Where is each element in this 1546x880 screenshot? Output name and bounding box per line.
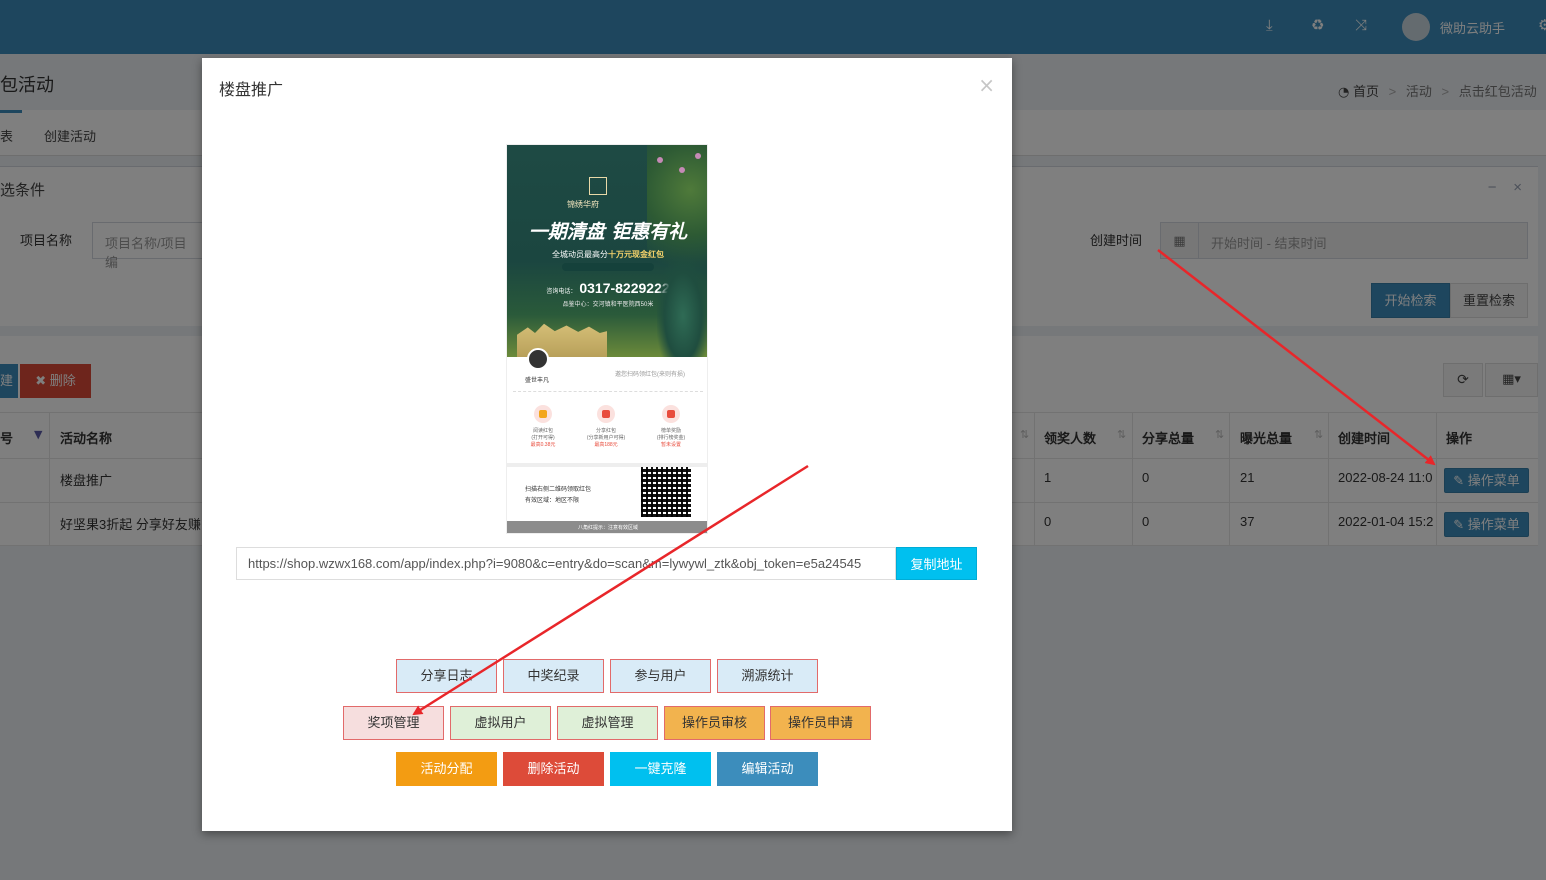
poster-peacock	[657, 255, 707, 357]
poster-scan-text: 扫描右侧二维码领取红包 有效区域：地区不限	[525, 487, 592, 504]
winning-records-button[interactable]: 中奖纪录	[503, 659, 604, 693]
share-redpacket-icon	[597, 405, 615, 423]
trace-stats-button[interactable]: 溯源统计	[717, 659, 818, 693]
qr-code	[641, 467, 691, 517]
copy-url-button[interactable]: 复制地址	[896, 547, 977, 580]
share-url-input[interactable]: https://shop.wzwx168.com/app/index.php?i…	[236, 547, 896, 580]
close-icon[interactable]: ×	[978, 73, 995, 97]
clone-activity-button[interactable]: 一键克隆	[610, 752, 711, 786]
ranking-reward-icon	[662, 405, 680, 423]
modal-title: 楼盘推广	[219, 82, 284, 99]
edit-activity-button[interactable]: 编辑活动	[717, 752, 818, 786]
reward-ranking: 榜单奖励 (排行榜奖金) 暂未设置	[656, 428, 686, 448]
promo-poster-image: 锦绣华府 一期清盘 钜惠有礼 全城动员最高分十万元现金红包 咨询电话： 0317-…	[506, 144, 708, 534]
read-redpacket-icon	[534, 405, 552, 423]
poster-logo	[589, 177, 607, 195]
virtual-management-button[interactable]: 虚拟管理	[557, 706, 658, 740]
poster-headline: 一期清盘 钜惠有礼	[528, 221, 688, 243]
promotion-modal: 楼盘推广 × 锦绣华府 一期清盘 钜惠有礼 全城动员最高分十万元现金红包 咨询电…	[202, 58, 1012, 831]
poster-avatar	[527, 348, 549, 370]
poster-footer: 八角红提示：注意有效区域	[507, 521, 707, 533]
activity-assign-button[interactable]: 活动分配	[396, 752, 497, 786]
reward-share: 分享红包 (分享新用户可得) 最高188元	[586, 428, 626, 448]
delete-activity-button[interactable]: 删除活动	[503, 752, 604, 786]
share-log-button[interactable]: 分享日志	[396, 659, 497, 693]
operator-review-button[interactable]: 操作员审核	[664, 706, 765, 740]
operator-apply-button[interactable]: 操作员申请	[770, 706, 871, 740]
poster-user-name: 盛世丰凡	[525, 378, 550, 384]
participants-button[interactable]: 参与用户	[610, 659, 711, 693]
virtual-users-button[interactable]: 虚拟用户	[450, 706, 551, 740]
poster-brand: 锦绣华府	[567, 200, 599, 209]
reward-read: 阅读红包 (打开可得) 最高0.38元	[530, 428, 556, 448]
prize-management-button[interactable]: 奖项管理	[343, 706, 444, 740]
poster-note: 邀您扫码领红包(来则有损)	[615, 372, 685, 378]
